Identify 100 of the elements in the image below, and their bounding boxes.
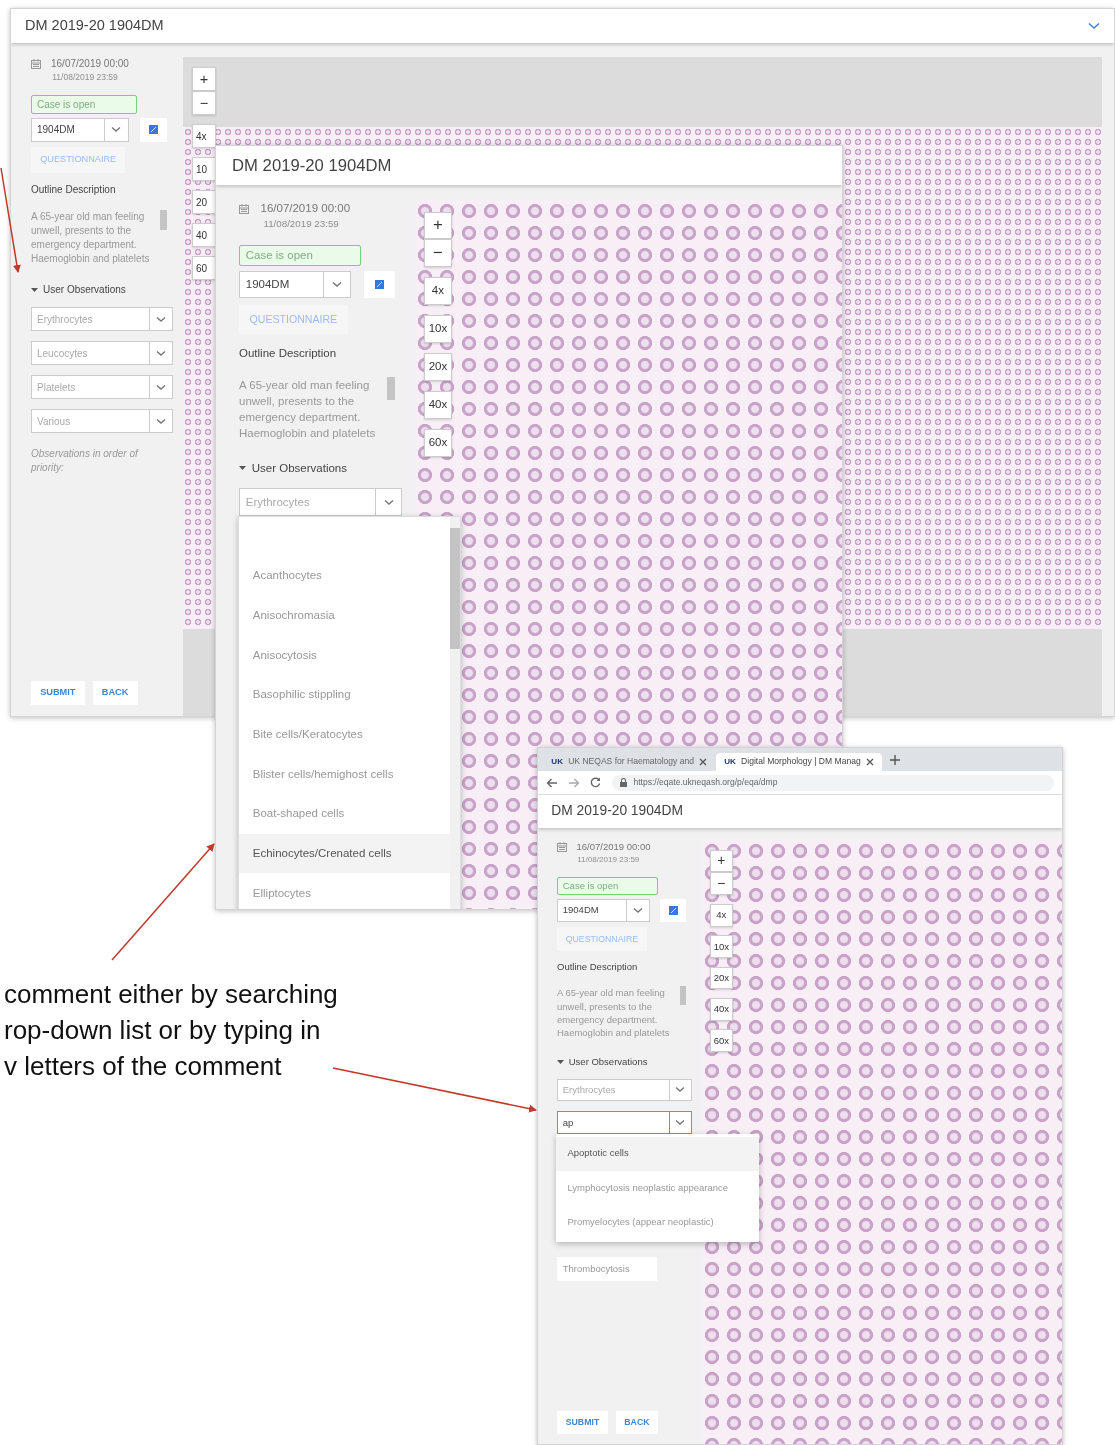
chevron-down-icon — [632, 906, 643, 914]
magnification-button[interactable]: 60x — [424, 428, 452, 457]
hint-text: Observations in order of priority: — [31, 447, 140, 475]
form-button[interactable]: BACK — [92, 681, 138, 705]
plus-icon[interactable] — [889, 755, 900, 766]
dropdown-option[interactable]: Apoptotic cells — [556, 1136, 760, 1171]
magnification-button[interactable]: 40x — [424, 391, 452, 419]
chevron-down-icon — [156, 383, 166, 391]
case-status: Case is open — [31, 94, 137, 114]
magnification-button[interactable]: 20 — [192, 190, 216, 215]
chevron-down-icon — [111, 126, 122, 134]
observation-field[interactable]: Erythrocytes — [557, 1078, 670, 1102]
chevron-down-icon[interactable] — [1088, 22, 1100, 30]
dropdown-toggle[interactable] — [374, 488, 403, 516]
case-status: Case is open — [239, 244, 361, 267]
reload-icon[interactable] — [590, 777, 602, 789]
open-image-button[interactable] — [660, 898, 687, 922]
form-button[interactable]: SUBMIT — [557, 1410, 608, 1434]
case-select[interactable]: 1904DM — [557, 898, 650, 922]
dropdown-toggle[interactable] — [149, 375, 173, 399]
case-description: A 65-year old man feeling unwell, presents to the emergency department. Haemoglobin and platelets — [557, 986, 671, 1040]
magnification-button[interactable]: 10 — [192, 157, 216, 182]
observation-field[interactable]: Platelets — [31, 375, 149, 399]
open-image-button[interactable] — [139, 117, 167, 142]
calendar-icon — [557, 842, 567, 853]
back-arrow-icon[interactable] — [545, 777, 558, 788]
url-field[interactable]: https://eqate.ukneqash.org/p/eqa/dmp — [611, 774, 1055, 791]
magnification-button[interactable]: 10x — [424, 315, 452, 343]
magnification-button[interactable]: 60x — [709, 1029, 733, 1053]
observation-field[interactable]: Various — [31, 409, 149, 433]
site-logo: UK — [724, 755, 736, 768]
annotation-text: comment either by searching rop-down list or by typing in v letters of the comment — [4, 978, 338, 1083]
dropdown-toggle[interactable] — [669, 1078, 692, 1102]
browser-tab[interactable]: UK UK NEQAS for Haematology and — [542, 752, 716, 771]
case-description: A 65-year old man feeling unwell, presents to the emergency department. Haemoglobin and platelets — [239, 377, 377, 442]
start-date: 16/07/2019 00:00 — [51, 57, 129, 71]
observation-field[interactable]: ap — [557, 1110, 670, 1134]
case-select[interactable]: 1904DM — [31, 117, 129, 142]
scrollbar-thumb — [160, 210, 167, 230]
chevron-down-icon — [383, 498, 394, 506]
case-description: A 65-year old man feeling unwell, presents to the emergency department. Haemoglobin and platelets — [31, 210, 151, 266]
zoom-button[interactable]: − — [192, 91, 217, 116]
magnification-button[interactable]: 10x — [709, 935, 733, 959]
start-date: 16/07/2019 00:00 — [260, 201, 351, 217]
zoom-button[interactable]: + — [192, 67, 217, 92]
calendar-icon — [239, 203, 249, 214]
chevron-down-icon — [675, 1118, 686, 1126]
magnification-button[interactable]: 20x — [424, 353, 452, 381]
magnification-button[interactable]: 60 — [192, 256, 216, 281]
chevron-down-icon — [675, 1086, 686, 1094]
section-heading: Outline Description — [31, 183, 117, 197]
end-date: 11/08/2019 23:59 — [577, 854, 641, 867]
image-icon — [375, 280, 385, 289]
magnification-button[interactable]: 40 — [192, 223, 216, 248]
dropdown-toggle[interactable] — [149, 307, 173, 331]
site-logo: UK — [551, 755, 563, 768]
observation-field[interactable]: Erythrocytes — [239, 488, 375, 516]
section-heading: Outline Description — [557, 959, 639, 974]
close-icon[interactable] — [865, 757, 874, 766]
section-heading: User Observations — [568, 1054, 648, 1069]
form-button[interactable]: BACK — [615, 1410, 659, 1434]
window-title: DM 2019-20 1904DM — [25, 16, 164, 36]
close-icon[interactable] — [699, 757, 708, 766]
magnification-button[interactable]: 4x — [192, 124, 216, 149]
window-title: DM 2019-20 1904DM — [232, 155, 392, 178]
caret-down-icon — [31, 287, 38, 292]
chevron-down-icon — [156, 349, 166, 357]
lock-icon — [619, 778, 627, 788]
image-icon — [148, 125, 158, 135]
zoom-button[interactable]: + — [424, 211, 452, 240]
section-heading: User Observations — [251, 460, 347, 476]
forward-arrow-icon[interactable] — [568, 777, 581, 788]
chevron-down-icon — [331, 281, 342, 288]
end-date: 11/08/2019 23:59 — [52, 71, 119, 84]
zoom-button[interactable]: − — [424, 239, 452, 267]
magnification-button[interactable]: 4x — [424, 277, 452, 305]
browser-tab[interactable]: UK Digital Morphology | DM Manag — [715, 752, 883, 771]
case-select[interactable]: 1904DM — [239, 270, 352, 299]
dropdown-toggle[interactable] — [669, 1110, 692, 1134]
scrollbar-thumb — [679, 986, 687, 1006]
section-heading: Outline Description — [239, 345, 338, 361]
observation-field[interactable]: Erythrocytes — [31, 307, 149, 331]
dropdown-option[interactable]: Echinocytes/Crenated cells — [239, 833, 450, 874]
dropdown-toggle[interactable] — [149, 409, 173, 433]
caret-down-icon — [557, 1059, 564, 1064]
zoom-button[interactable]: − — [709, 872, 733, 896]
observation-tag: Thrombocytosis — [557, 1257, 657, 1281]
case-status: Case is open — [557, 876, 658, 896]
observation-field[interactable]: Leucocytes — [31, 341, 149, 365]
end-date: 11/08/2019 23:59 — [263, 217, 340, 232]
image-icon — [668, 905, 678, 915]
dropdown-toggle[interactable] — [149, 341, 173, 365]
calendar-icon — [31, 58, 41, 69]
scrollbar-thumb — [387, 376, 396, 400]
open-image-button[interactable] — [363, 270, 396, 299]
caret-down-icon — [239, 466, 246, 471]
start-date: 16/07/2019 00:00 — [576, 840, 651, 855]
form-button[interactable]: SUBMIT — [31, 681, 85, 705]
chevron-down-icon — [156, 417, 166, 425]
chevron-down-icon — [156, 315, 166, 323]
